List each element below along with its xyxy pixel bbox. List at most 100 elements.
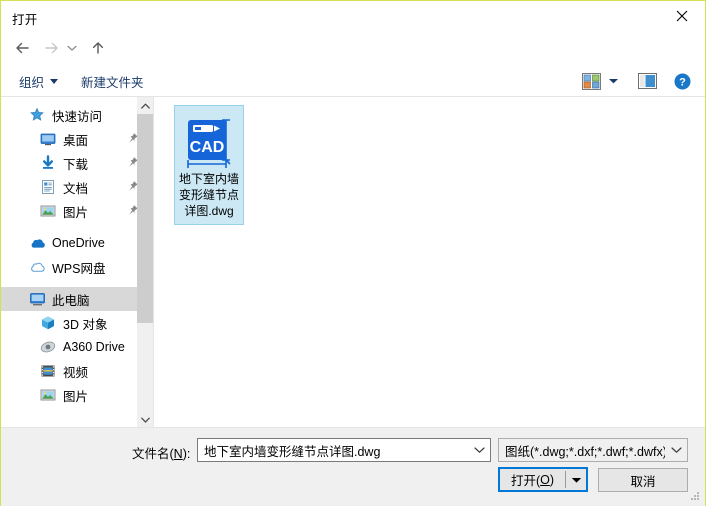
chevron-down-icon xyxy=(67,45,77,51)
desktop-icon xyxy=(38,129,58,149)
sidebar-item-2[interactable]: 下载 xyxy=(1,151,153,175)
filename-value[interactable]: 地下室内墙变形缝节点详图.dwg xyxy=(204,441,468,460)
pictures-icon xyxy=(38,385,58,405)
chevron-down-icon xyxy=(473,447,485,453)
sidebar-item-8[interactable]: 3D 对象 xyxy=(1,311,153,335)
title-bar: 打开 xyxy=(1,1,705,32)
scroll-up-button[interactable] xyxy=(137,97,153,114)
view-grid-icon xyxy=(581,72,601,90)
file-item[interactable]: CAD 地下室内墙变形缝节点详图.dwg xyxy=(174,105,244,225)
filename-label-suffix: ): xyxy=(182,447,191,461)
navigation-sidebar: 快速访问桌面下载文档图片 OneDrive WPS网盘此电脑 3D 对象 A360 Dr… xyxy=(1,97,153,428)
open-file-dialog: 打开 组织 新建文件夹 ? 快速访问 桌面 下载 文档 图片 OneDrive … xyxy=(0,0,706,506)
filetype-combobox[interactable]: 图纸(*.dwg;*.dxf;*.dwf;*.dwfx) xyxy=(498,438,688,462)
sidebar-item-3[interactable]: 文档 xyxy=(1,175,153,199)
sidebar-item-label: 图片 xyxy=(63,205,89,220)
preview-pane-button[interactable] xyxy=(635,70,659,92)
pictures-icon xyxy=(38,201,58,221)
dialog-title: 打开 xyxy=(12,13,38,27)
open-button[interactable]: 打开(O) xyxy=(498,467,588,492)
open-button-label[interactable]: 打开(O) xyxy=(500,469,565,490)
sidebar-item-label: 视频 xyxy=(63,365,89,380)
resize-grip-icon[interactable] xyxy=(689,490,701,502)
dialog-content: 快速访问桌面下载文档图片 OneDrive WPS网盘此电脑 3D 对象 A360 Dr… xyxy=(1,96,705,428)
filetype-dropdown-button[interactable] xyxy=(665,446,687,454)
download-icon xyxy=(38,153,58,173)
toolbar: 组织 新建文件夹 ? xyxy=(1,66,705,96)
svg-text:?: ? xyxy=(679,76,686,88)
up-button[interactable] xyxy=(85,35,111,61)
cloud-icon xyxy=(27,257,47,277)
sidebar-item-4[interactable]: 图片 xyxy=(1,199,153,223)
sidebar-item-6[interactable]: WPS网盘 xyxy=(1,255,153,279)
help-button[interactable]: ? xyxy=(671,70,693,92)
sidebar-item-label: 图片 xyxy=(63,389,89,404)
filename-label: 文件名(N): xyxy=(132,443,190,462)
arrow-right-icon xyxy=(45,42,58,54)
file-name-label: 地下室内墙变形缝节点详图.dwg xyxy=(178,172,239,218)
arrow-left-icon xyxy=(16,42,29,54)
sidebar-item-11[interactable]: 图片 xyxy=(1,383,153,407)
filename-label-key: N xyxy=(173,447,183,461)
sidebar-item-9[interactable]: A360 Drive xyxy=(1,335,153,359)
chevron-down-icon xyxy=(670,447,682,453)
organize-label: 组织 xyxy=(19,75,45,90)
open-label-key: O xyxy=(540,472,550,487)
preview-pane-icon xyxy=(637,73,657,89)
help-icon: ? xyxy=(674,73,690,89)
chevron-down-icon xyxy=(608,79,618,84)
open-label-prefix: 打开( xyxy=(510,474,541,488)
scroll-down-button[interactable] xyxy=(137,411,153,428)
sidebar-item-7[interactable]: 此电脑 xyxy=(1,287,153,311)
caret-down-icon xyxy=(571,477,581,483)
cad-file-icon: CAD xyxy=(181,112,237,168)
filename-dropdown-button[interactable] xyxy=(468,446,490,454)
view-mode-dropdown[interactable] xyxy=(605,70,621,92)
scrollbar-thumb[interactable] xyxy=(137,114,153,323)
back-button[interactable] xyxy=(9,35,35,61)
sidebar-item-label: 此电脑 xyxy=(52,293,90,308)
view-mode-button[interactable] xyxy=(579,70,603,92)
forward-button[interactable] xyxy=(39,35,65,61)
filetype-value: 图纸(*.dwg;*.dxf;*.dwf;*.dwfx) xyxy=(505,444,665,459)
sidebar-item-label: 桌面 xyxy=(63,133,89,148)
onedrive-icon xyxy=(27,233,47,253)
filename-input[interactable]: 地下室内墙变形缝节点详图.dwg xyxy=(197,438,491,462)
3d-object-icon xyxy=(38,313,58,333)
filename-label-prefix: 文件名( xyxy=(132,447,174,461)
sidebar-item-1[interactable]: 桌面 xyxy=(1,127,153,151)
new-folder-button[interactable]: 新建文件夹 xyxy=(77,70,148,92)
chevron-up-icon xyxy=(140,103,150,109)
sidebar-item-label: 快速访问 xyxy=(52,109,103,124)
sidebar-item-label: OneDrive xyxy=(52,236,105,250)
star-icon xyxy=(27,105,47,125)
close-icon xyxy=(676,10,688,22)
sidebar-scrollbar[interactable] xyxy=(137,97,153,428)
cancel-button[interactable]: 取消 xyxy=(598,468,688,492)
file-list-pane[interactable]: CAD 地下室内墙变形缝节点详图.dwg xyxy=(154,97,705,428)
chevron-down-icon xyxy=(50,78,59,84)
sidebar-item-0[interactable]: 快速访问 xyxy=(1,103,153,127)
computer-icon xyxy=(27,289,47,309)
close-button[interactable] xyxy=(659,1,705,31)
sidebar-item-5[interactable]: OneDrive xyxy=(1,231,153,255)
sidebar-item-label: 文档 xyxy=(63,181,89,196)
open-label-suffix: ) xyxy=(549,472,555,487)
sidebar-list: 快速访问桌面下载文档图片 OneDrive WPS网盘此电脑 3D 对象 A360 Dr… xyxy=(1,103,153,407)
chevron-down-icon xyxy=(140,417,150,423)
new-folder-label: 新建文件夹 xyxy=(81,75,144,90)
sidebar-item-label: A360 Drive xyxy=(63,340,125,354)
sidebar-item-label: 3D 对象 xyxy=(63,317,108,332)
a360-icon xyxy=(38,337,58,357)
recent-locations-button[interactable] xyxy=(63,35,81,61)
document-icon xyxy=(38,177,58,197)
sidebar-item-10[interactable]: 视频 xyxy=(1,359,153,383)
sidebar-item-label: WPS网盘 xyxy=(52,261,106,276)
organize-button[interactable]: 组织 xyxy=(15,70,62,92)
video-icon xyxy=(38,361,58,381)
open-dropdown-button[interactable] xyxy=(566,469,586,490)
sidebar-item-label: 下载 xyxy=(63,157,89,172)
navigation-bar: › “此电脑”中的... › 地下室内墙变形缝节点详图 搜索“地下室内墙变形缝节… xyxy=(1,32,705,90)
